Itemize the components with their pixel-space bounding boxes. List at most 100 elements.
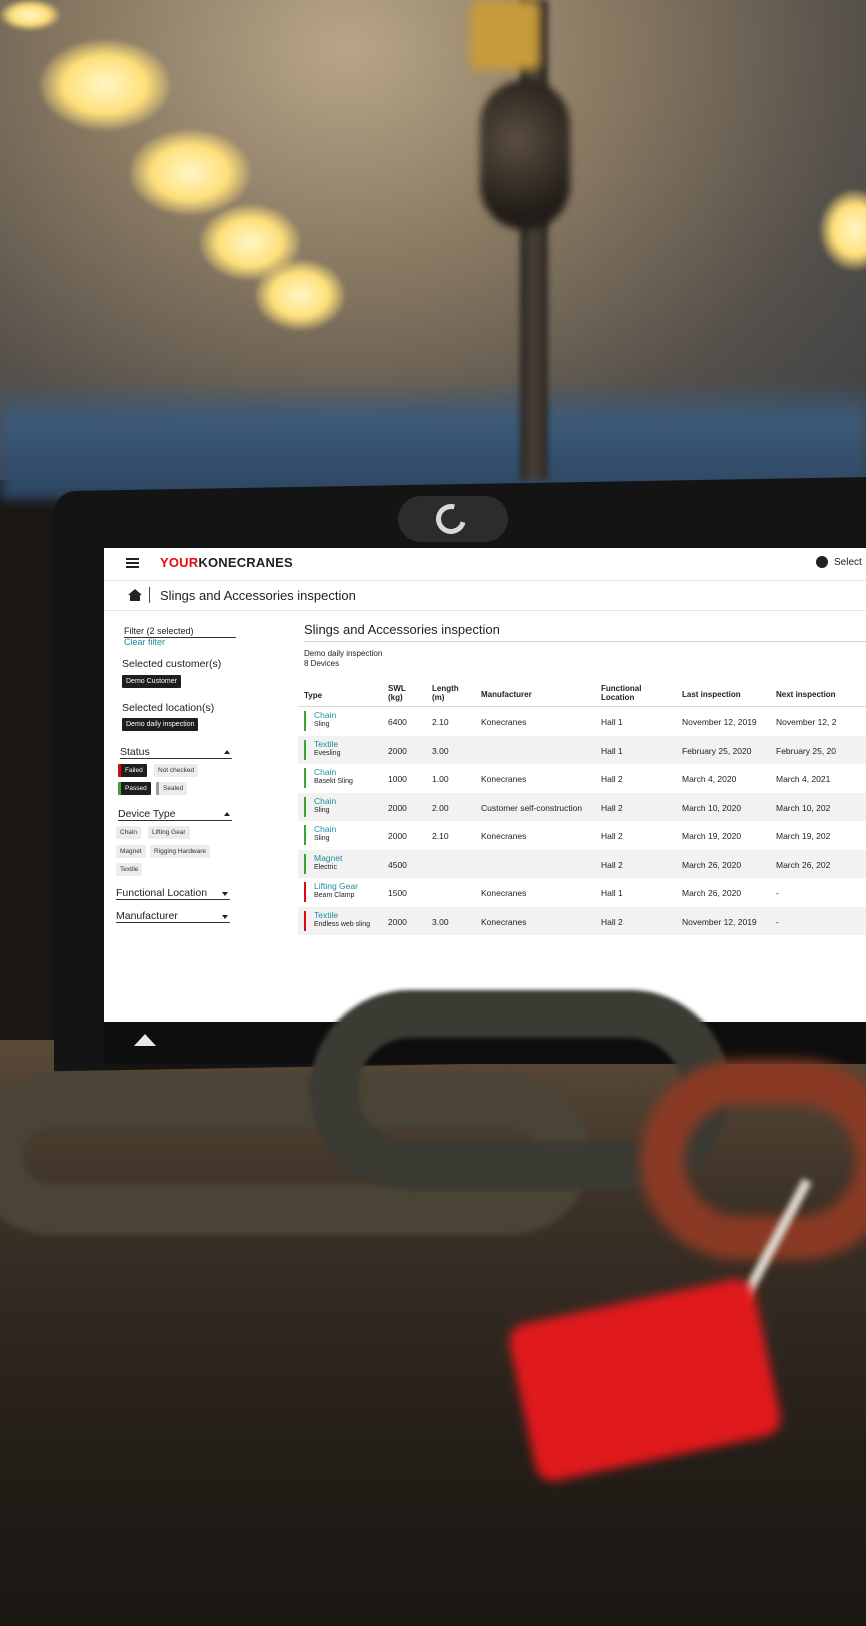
filter-sidebar: Filter (2 selected) Clear filter Selecte… xyxy=(104,610,294,1022)
col-last-inspection[interactable]: Last inspection xyxy=(682,690,741,699)
swl-value: 2000 xyxy=(388,916,407,927)
location-value: Hall 2 xyxy=(601,774,623,784)
chevron-up-icon xyxy=(224,750,230,754)
next-inspection-value: March 19, 202 xyxy=(776,831,831,841)
device-subtype: Evesling xyxy=(314,749,341,757)
length-value: 3.00 xyxy=(432,916,449,927)
last-inspection-value: February 25, 2020 xyxy=(682,745,752,756)
device-subtype: Beam Clamp xyxy=(314,892,355,899)
status-indicator xyxy=(304,825,306,845)
globe-icon[interactable] xyxy=(816,556,828,568)
brand-logo[interactable]: YOURKONECRANES xyxy=(160,555,293,570)
page-title: Slings and Accessories inspection xyxy=(304,622,500,637)
status-indicator xyxy=(304,768,306,788)
device-chip-lifting-gear[interactable]: Lifting Gear xyxy=(148,826,190,839)
manufacturer-value: Konecranes xyxy=(481,717,527,727)
manufacturer-value: Konecranes xyxy=(481,888,527,898)
next-inspection-value: March 26, 202 xyxy=(776,859,831,870)
functional-location-section-header[interactable]: Functional Location xyxy=(116,887,230,900)
device-type-section-header[interactable]: Device Type xyxy=(118,808,232,821)
status-indicator xyxy=(304,882,306,902)
col-type[interactable]: Type xyxy=(304,691,322,700)
manufacturer-value: Customer self-construction xyxy=(481,802,583,813)
status-chip-failed[interactable]: Failed xyxy=(118,764,147,777)
col-length-unit: (m) xyxy=(432,693,445,702)
device-type-link[interactable]: Textile xyxy=(314,910,338,920)
manufacturer-section-header[interactable]: Manufacturer xyxy=(116,910,230,923)
last-inspection-value: November 12, 2019 xyxy=(682,916,757,927)
clear-filter-link[interactable]: Clear filter xyxy=(124,637,165,647)
length-value: 2.10 xyxy=(432,831,449,841)
device-chip-textile[interactable]: Textile xyxy=(116,863,143,876)
table-row[interactable]: Chain Basekt Sling 1000 1.00 Konecranes Hall … xyxy=(298,764,866,792)
last-inspection-value: November 12, 2019 xyxy=(682,717,757,727)
location-value: Hall 2 xyxy=(601,916,623,927)
location-heading: Selected location(s) xyxy=(122,702,215,714)
table-row[interactable]: Magnet Electric 4500 Hall 2 March 26, 2020 Ma… xyxy=(298,849,866,878)
device-type-link[interactable]: Chain xyxy=(314,710,336,720)
device-type-link[interactable]: Lifting Gear xyxy=(314,881,358,891)
location-chip[interactable]: Demo daily inspection xyxy=(122,718,199,731)
device-chip-chain[interactable]: Chain xyxy=(116,826,141,839)
breadcrumb: Slings and Accessories inspection xyxy=(104,580,866,611)
manufacturer-value: Konecranes xyxy=(481,916,527,927)
device-type-link[interactable]: Chain xyxy=(314,824,336,834)
status-chip-passed[interactable]: Passed xyxy=(118,782,151,795)
table-row[interactable]: Chain Sling 2000 2.10 Konecranes Hall 2 March … xyxy=(298,821,866,849)
swl-value: 2000 xyxy=(388,745,407,756)
menu-icon[interactable] xyxy=(126,558,139,568)
device-type-link[interactable]: Textile xyxy=(314,739,338,749)
col-functional-location[interactable]: Functional Location xyxy=(601,684,641,702)
col-length[interactable]: Length (m) xyxy=(432,684,459,702)
brand-name: KONECRANES xyxy=(198,555,293,570)
last-inspection-value: March 10, 2020 xyxy=(682,802,742,813)
ceiling-lamp xyxy=(40,40,170,130)
device-type-link[interactable]: Magnet xyxy=(314,853,342,863)
device-chip-magnet[interactable]: Magnet xyxy=(116,845,146,858)
location-value: Hall 1 xyxy=(601,745,623,756)
status-indicator xyxy=(304,910,306,931)
customer-chip[interactable]: Demo Customer xyxy=(122,675,181,688)
device-subtype: Endless web sling xyxy=(314,920,371,928)
last-inspection-value: March 26, 2020 xyxy=(682,888,742,898)
crane-block xyxy=(470,0,540,70)
language-select[interactable]: Select xyxy=(834,557,862,568)
location-value: Hall 1 xyxy=(601,888,623,898)
table-row[interactable]: Chain Sling 6400 2.10 Konecranes Hall 1 Novemb… xyxy=(298,707,866,735)
length-value: 3.00 xyxy=(432,745,449,756)
device-count: 8 Devices xyxy=(304,659,340,668)
table-row[interactable]: Textile Endless web sling 2000 3.00 Konecran… xyxy=(298,906,866,935)
table-row[interactable]: Textile Evesling 2000 3.00 Hall 1 February 25… xyxy=(298,735,866,764)
device-type-link[interactable]: Chain xyxy=(314,796,336,806)
status-chip-sealed[interactable]: Sealed xyxy=(156,782,188,795)
table-row[interactable]: Chain Sling 2000 2.00 Customer self-construc… xyxy=(298,792,866,821)
webcam xyxy=(398,496,508,542)
location-value: Hall 2 xyxy=(601,831,623,841)
eject-icon[interactable] xyxy=(134,1034,156,1046)
col-manufacturer[interactable]: Manufacturer xyxy=(481,690,532,699)
swl-value: 2000 xyxy=(388,831,407,841)
col-location-label: Location xyxy=(601,693,635,702)
crane-hook xyxy=(480,80,570,230)
status-chip-not-checked[interactable]: Not checked xyxy=(154,764,199,777)
col-next-inspection[interactable]: Next inspection xyxy=(776,690,836,699)
table-row[interactable]: Lifting Gear Beam Clamp 1500 Konecranes Hall… xyxy=(298,878,866,906)
home-icon[interactable] xyxy=(128,589,142,601)
next-inspection-value: March 10, 202 xyxy=(776,802,831,813)
device-subtype: Basekt Sling xyxy=(314,778,353,785)
location-value: Hall 2 xyxy=(601,802,623,813)
device-chip-rigging-hardware[interactable]: Rigging Hardware xyxy=(150,845,211,858)
length-value: 2.00 xyxy=(432,802,449,813)
manufacturer-heading: Manufacturer xyxy=(116,910,178,922)
col-swl[interactable]: SWL (kg) xyxy=(388,684,406,702)
breadcrumb-title: Slings and Accessories inspection xyxy=(160,588,356,603)
location-value: Hall 1 xyxy=(601,717,623,727)
device-subtype: Sling xyxy=(314,806,330,814)
last-inspection-value: March 4, 2020 xyxy=(682,774,737,784)
device-type-link[interactable]: Chain xyxy=(314,767,336,777)
device-type-heading: Device Type xyxy=(118,808,176,820)
status-section-header[interactable]: Status xyxy=(120,746,232,759)
next-inspection-value: February 25, 20 xyxy=(776,745,837,756)
length-value: 2.10 xyxy=(432,717,449,727)
next-inspection-value: March 4, 2021 xyxy=(776,774,831,784)
